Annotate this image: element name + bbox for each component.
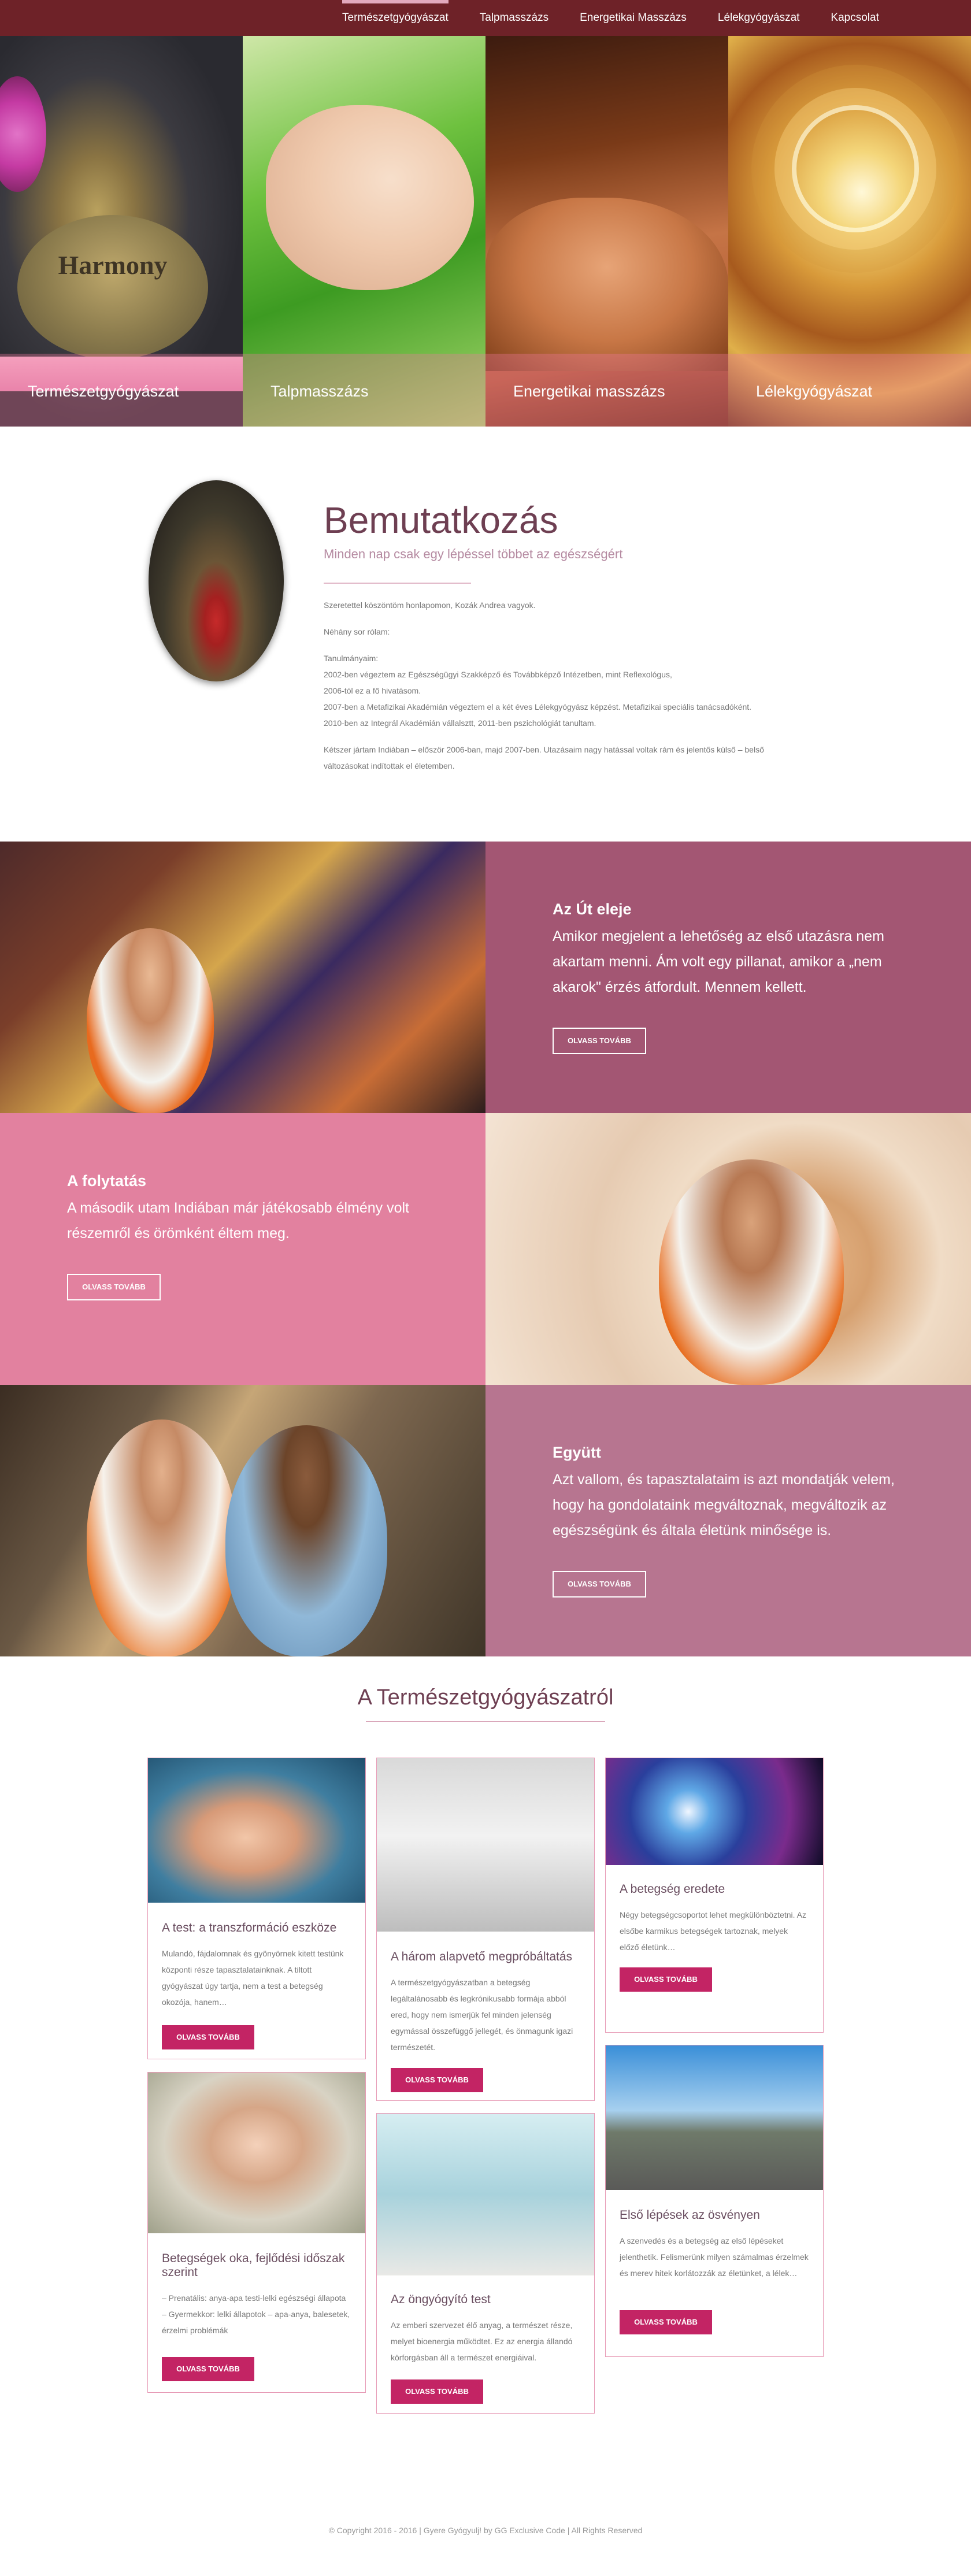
cosmic-head-image — [606, 1758, 823, 1865]
hero-tile-energetikai-masszazs[interactable]: Energetikai masszázs — [485, 36, 728, 427]
card-text: A természetgyógyászatban a betegség legá… — [391, 1978, 573, 2052]
intro-paragraph: Szeretettel köszöntöm honlapomon, Kozák … — [324, 601, 536, 610]
back-massage-image — [485, 198, 728, 371]
blog-heading: A Természetgyógyászatról — [357, 1685, 614, 1710]
nav-item-kapcsolat[interactable]: Kapcsolat — [831, 0, 879, 36]
child-on-road-image — [606, 2045, 823, 2190]
foot-massage-image — [266, 105, 474, 290]
read-more-button[interactable]: OLVASS TOVÁBB — [553, 1028, 646, 1054]
read-more-button[interactable]: OLVASS TOVÁBB — [553, 1571, 646, 1598]
introduction-section: Bemutatkozás Minden nap csak egy lépésse… — [0, 427, 971, 842]
nav-menu: Természetgyógyászat Talpmasszázs Energet… — [342, 0, 910, 36]
intro-divider — [324, 583, 471, 584]
read-more-button[interactable]: OLVASS TOVÁBB — [162, 2357, 254, 2381]
story-title: A folytatás — [67, 1172, 147, 1189]
nav-item-lelekgyogyaszat[interactable]: Lélekgyógyászat — [718, 0, 800, 36]
card-text: Mulandó, fájdalomnak és gyönyörnek kitet… — [162, 1949, 344, 2007]
author-portrait — [149, 480, 284, 681]
nav-item-energetikai-masszazs[interactable]: Energetikai Masszázs — [580, 0, 687, 36]
card-title: Első lépések az ösvényen — [620, 2208, 760, 2222]
woman-figure — [87, 928, 214, 1113]
read-more-button[interactable]: OLVASS TOVÁBB — [391, 2068, 483, 2092]
intro-paragraph: Néhány sor rólam: — [324, 627, 390, 636]
blog-card[interactable]: Betegségek oka, fejlődési időszak szerin… — [147, 2072, 366, 2393]
story-title: Együtt — [553, 1444, 601, 1461]
india-photo-woman-lattice — [485, 1113, 971, 1385]
orchid-flower-image — [0, 76, 46, 192]
card-title: A test: a transzformáció eszköze — [162, 1921, 337, 1934]
study-item: 2006-tól ez a fő hivatásom. — [324, 686, 421, 695]
intro-title: Bemutatkozás — [324, 499, 558, 541]
read-more-button[interactable]: OLVASS TOVÁBB — [162, 2025, 254, 2049]
story-text: A második utam Indiában már játékosabb é… — [67, 1200, 409, 1241]
man-figure — [225, 1425, 387, 1656]
top-navigation: Természetgyógyászat Talpmasszázs Energet… — [0, 0, 971, 36]
story-band-3: Együtt Azt vallom, és tapasztalataim is … — [0, 1385, 971, 1656]
meditation-image — [377, 2114, 594, 2275]
card-text: Az emberi szervezet élő anyag, a termész… — [391, 2321, 573, 2362]
hero-tile-label: Természetgyógyászat — [0, 354, 243, 427]
read-more-button[interactable]: OLVASS TOVÁBB — [391, 2379, 483, 2404]
blog-card[interactable]: Első lépések az ösvényen A szenvedés és … — [605, 2045, 824, 2357]
story-panel-2: A folytatás A második utam Indiában már … — [0, 1113, 485, 1385]
card-text: A szenvedés és a betegség az első lépése… — [620, 2236, 809, 2278]
blog-card[interactable]: A három alapvető megpróbáltatás A termés… — [376, 1758, 595, 2101]
india-photo-couple-shop — [0, 1385, 485, 1656]
story-panel-1: Az Út eleje Amikor megjelent a lehetőség… — [485, 842, 971, 1113]
card-title: Betegségek oka, fejlődési időszak szerin… — [162, 2252, 345, 2279]
footer: © Copyright 2016 - 2016 | Gyere Gyógyulj… — [0, 2511, 971, 2576]
foggy-forest-image — [377, 1758, 594, 1932]
intro-subtitle: Minden nap csak egy lépéssel többet az e… — [324, 547, 623, 561]
card-text: Négy betegségcsoportot lehet megkülönböz… — [620, 1910, 806, 1952]
blog-section: A Természetgyógyászatról A test: a trans… — [0, 1656, 971, 2511]
nav-item-talpmasszazs[interactable]: Talpmasszázs — [480, 0, 548, 36]
blog-card[interactable]: A betegség eredete Négy betegségcsoporto… — [605, 1758, 824, 2033]
hero-tile-lelekgyogyaszat[interactable]: Lélekgyógyászat — [728, 36, 971, 427]
story-text: Azt vallom, és tapasztalataim is azt mon… — [553, 1472, 895, 1539]
story-text: Amikor megjelent a lehetőség az első uta… — [553, 928, 884, 995]
studies-heading: Tanulmányaim: — [324, 654, 379, 663]
harmony-stone-text: Harmony — [58, 250, 168, 280]
blog-heading-underline — [366, 1721, 605, 1722]
blog-card[interactable]: Az öngyógyító test Az emberi szervezet é… — [376, 2113, 595, 2414]
study-item: 2007-ben a Metafizikai Akadémián végezte… — [324, 702, 752, 711]
story-title: Az Út eleje — [553, 900, 632, 918]
read-more-button[interactable]: OLVASS TOVÁBB — [67, 1274, 161, 1300]
hero-tiles: Harmony Természetgyógyászat Talpmasszázs… — [0, 36, 971, 427]
study-item: 2002-ben végeztem az Egészségügyi Szakké… — [324, 670, 672, 679]
sick-woman-image — [148, 2073, 365, 2233]
india-photo-woman-festival — [0, 842, 485, 1113]
harmony-stone-image: Harmony — [17, 215, 208, 359]
hero-tile-label: Lélekgyógyászat — [728, 354, 971, 427]
hero-tile-termeszetgyogyaszat[interactable]: Harmony Természetgyógyászat — [0, 36, 243, 427]
story-band-1: Az Út eleje Amikor megjelent a lehetőség… — [0, 842, 971, 1113]
card-title: A betegség eredete — [620, 1882, 725, 1896]
read-more-button[interactable]: OLVASS TOVÁBB — [620, 1967, 712, 1992]
woman-figure — [87, 1419, 237, 1656]
golden-spiral-image — [792, 105, 919, 232]
card-title: A három alapvető megpróbáltatás — [391, 1950, 573, 1963]
hero-tile-label: Talpmasszázs — [243, 354, 485, 427]
story-band-2: A folytatás A második utam Indiában már … — [0, 1113, 971, 1385]
butterfly-hands-image — [148, 1758, 365, 1903]
card-title: Az öngyógyító test — [391, 2293, 491, 2306]
story-panel-3: Együtt Azt vallom, és tapasztalataim is … — [485, 1385, 971, 1656]
blog-card[interactable]: A test: a transzformáció eszköze Mulandó… — [147, 1758, 366, 2059]
study-item: 2010-ben az Integrál Akadémián vállalszt… — [324, 718, 596, 728]
hero-tile-talpmasszazs[interactable]: Talpmasszázs — [243, 36, 485, 427]
intro-body: Szeretettel köszöntöm honlapomon, Kozák … — [324, 597, 786, 784]
copyright-text: © Copyright 2016 - 2016 | Gyere Gyógyulj… — [328, 2526, 643, 2535]
hero-tile-label: Energetikai masszázs — [485, 354, 728, 427]
intro-closing: Kétszer jártam Indiában – először 2006-b… — [324, 745, 764, 770]
read-more-button[interactable]: OLVASS TOVÁBB — [620, 2310, 712, 2334]
woman-figure — [659, 1159, 844, 1385]
card-text: – Prenatális: anya-apa testi-lelki egész… — [162, 2293, 350, 2335]
nav-item-termeszetgyogyaszat[interactable]: Természetgyógyászat — [342, 0, 449, 36]
